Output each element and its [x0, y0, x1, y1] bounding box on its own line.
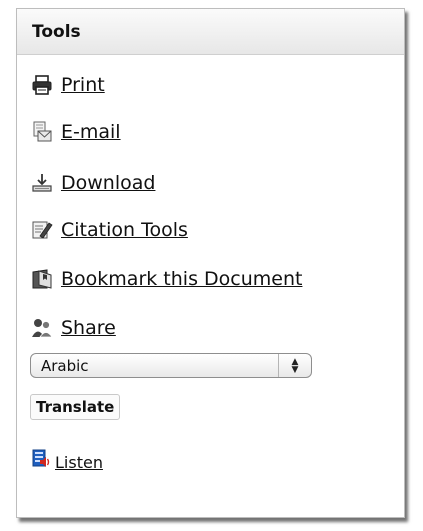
language-select-value: Arabic	[41, 356, 89, 375]
email-link[interactable]: E-mail	[61, 121, 121, 143]
bookmark-icon	[31, 268, 53, 290]
tools-panel: Tools Print E-mail Download Citation Too…	[16, 8, 405, 518]
printer-icon	[31, 74, 53, 96]
listen-link[interactable]: Listen	[55, 453, 103, 472]
share-icon	[31, 317, 53, 339]
citation-icon	[31, 219, 53, 241]
panel-title: Tools	[32, 21, 81, 42]
download-icon	[31, 172, 53, 194]
translate-button[interactable]: Translate	[30, 394, 121, 420]
select-arrows-icon: ▲ ▼	[278, 354, 311, 377]
tool-item-bookmark[interactable]: Bookmark this Document	[31, 268, 302, 290]
language-select[interactable]: Arabic ▲ ▼	[30, 353, 312, 378]
tool-item-print[interactable]: Print	[31, 74, 105, 96]
tool-item-citation[interactable]: Citation Tools	[31, 219, 188, 241]
speaker-icon	[32, 449, 52, 475]
bookmark-document-link[interactable]: Bookmark this Document	[61, 268, 302, 290]
tool-item-email[interactable]: E-mail	[31, 121, 121, 143]
email-icon	[31, 121, 53, 143]
panel-header: Tools	[17, 9, 404, 55]
download-link[interactable]: Download	[61, 172, 155, 194]
listen-item[interactable]: Listen	[32, 449, 103, 475]
print-link[interactable]: Print	[61, 74, 105, 96]
share-link[interactable]: Share	[61, 317, 116, 339]
tool-item-download[interactable]: Download	[31, 172, 155, 194]
tool-item-share[interactable]: Share	[31, 317, 116, 339]
citation-tools-link[interactable]: Citation Tools	[61, 219, 188, 241]
